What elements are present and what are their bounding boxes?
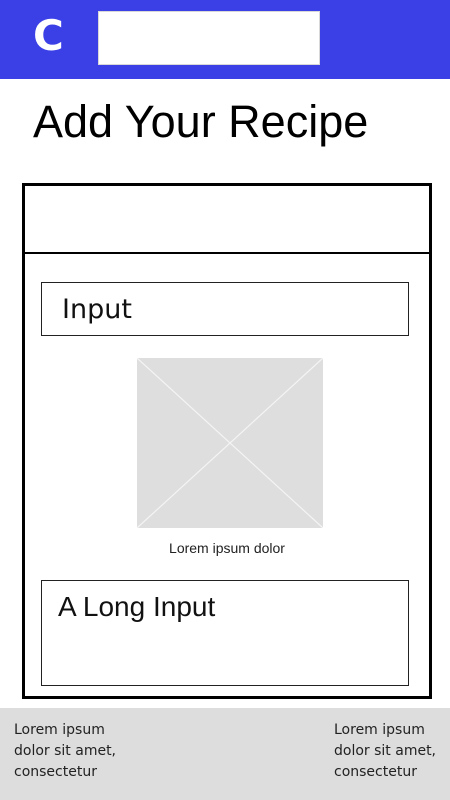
recipe-input[interactable]: Input xyxy=(41,282,409,336)
recipe-form-header xyxy=(25,186,429,254)
footer-left-text: Lorem ipsum dolor sit amet, consectetur xyxy=(14,722,117,780)
recipe-long-input[interactable]: A Long Input xyxy=(41,580,409,686)
recipe-form-card: Input Lorem ipsum dolor A Long Input xyxy=(22,183,432,699)
image-caption: Lorem ipsum dolor xyxy=(169,540,285,556)
brand-logo[interactable]: C xyxy=(33,12,64,60)
header-search-input[interactable] xyxy=(98,11,320,65)
image-placeholder[interactable] xyxy=(137,358,323,528)
footer-right-text: Lorem ipsum dolor sit amet, consectetur xyxy=(334,722,437,780)
recipe-input-label: Input xyxy=(62,294,132,325)
footer: Lorem ipsum dolor sit amet, consectetur … xyxy=(0,708,450,800)
recipe-long-input-label: A Long Input xyxy=(58,591,216,622)
recipe-page: C Add Your Recipe Input Lorem ipsum dolo… xyxy=(0,0,450,800)
page-title: Add Your Recipe xyxy=(33,96,369,147)
header-bar: C xyxy=(0,0,450,79)
image-placeholder-icon xyxy=(137,358,323,528)
